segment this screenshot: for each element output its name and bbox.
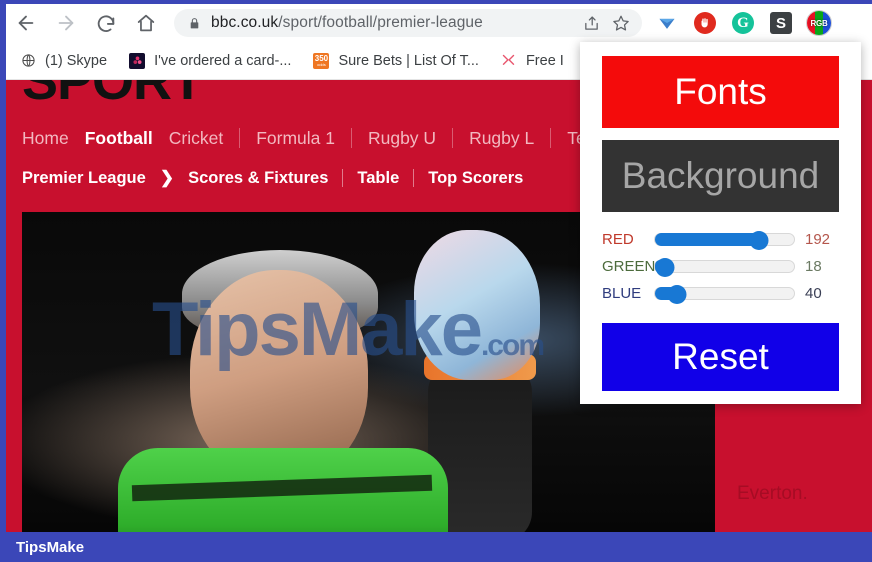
rgb-glyph: RGB — [806, 10, 832, 36]
bookmark-label: Sure Bets | List Of T... — [338, 52, 479, 69]
nav-divider — [342, 169, 344, 187]
footer-label: TipsMake — [16, 538, 85, 556]
bookmark-item[interactable]: I've ordered a card-... — [129, 52, 292, 69]
rgb-glyph-label: RGB — [810, 18, 828, 28]
star-icon[interactable] — [606, 9, 636, 37]
rgb-extension-icon[interactable]: RGB — [804, 8, 834, 38]
share-icon[interactable] — [576, 9, 606, 37]
adblock-hand-glyph — [694, 12, 716, 34]
url-text: bbc.co.uk/sport/football/premier-league — [211, 14, 483, 32]
slider-thumb-blue[interactable] — [667, 285, 687, 304]
omnibox-actions — [576, 9, 636, 37]
browser-toolbar: bbc.co.uk/sport/football/premier-league — [6, 4, 872, 42]
bookmark-item[interactable]: Free I — [500, 52, 564, 69]
nav-divider — [413, 169, 415, 187]
address-bar[interactable]: bbc.co.uk/sport/football/premier-league — [174, 9, 642, 37]
chevron-right-icon: ❯ — [159, 168, 175, 187]
skype-icon — [20, 52, 36, 69]
bookmark-item[interactable]: 350 odds Sure Bets | List Of T... — [313, 52, 479, 69]
slider-track-blue[interactable] — [654, 285, 795, 304]
adblock-extension-icon[interactable] — [690, 8, 720, 38]
350-icon-subtext: odds — [317, 61, 326, 67]
nav-item-football[interactable]: Football — [85, 128, 153, 149]
reset-button[interactable]: Reset — [602, 323, 839, 391]
slider-label-red: RED — [602, 231, 634, 248]
image-watermark: TipsMake.com — [152, 286, 545, 373]
url-domain: bbc.co.uk — [211, 14, 279, 31]
url-path: /sport/football/premier-league — [278, 14, 483, 31]
slider-value-red: 192 — [805, 231, 831, 248]
background-button[interactable]: Background — [602, 140, 839, 212]
vimeo-extension-icon[interactable] — [652, 8, 682, 38]
350-icon: 350 odds — [313, 52, 330, 69]
forward-button[interactable] — [46, 4, 86, 42]
bookmark-label: I've ordered a card-... — [154, 52, 292, 69]
grammarly-glyph: G — [732, 12, 754, 34]
back-button[interactable] — [6, 4, 46, 42]
image-watermark-suffix: .com — [480, 329, 545, 362]
s-extension-icon[interactable]: S — [766, 8, 796, 38]
article-caption: Everton. — [737, 483, 808, 504]
nav-divider — [350, 128, 352, 148]
slider-row-green: GREEN 18 — [602, 253, 839, 280]
bbc-sport-logo: SPORT — [22, 80, 204, 111]
slider-row-red: RED 192 — [602, 226, 839, 253]
slider-label-green: GREEN — [602, 258, 656, 275]
s-glyph: S — [770, 12, 792, 34]
nav-item-top-scorers[interactable]: Top Scorers — [428, 169, 523, 188]
bookmark-item[interactable]: (1) Skype — [20, 52, 108, 69]
nav-item-table[interactable]: Table — [357, 169, 399, 188]
slider-fill-red — [655, 233, 760, 246]
card-site-icon — [129, 52, 146, 69]
nav-item-cricket[interactable]: Cricket — [169, 128, 223, 149]
bookmark-label: (1) Skype — [45, 52, 108, 69]
fonts-button[interactable]: Fonts — [602, 56, 839, 128]
rgb-extension-popup: Fonts Background RED 192 GREEN 18 BLUE 4… — [580, 42, 861, 404]
slider-label-blue: BLUE — [602, 285, 642, 302]
nav-divider — [452, 128, 454, 148]
slider-thumb-green[interactable] — [655, 258, 675, 277]
nav-item-home[interactable]: Home — [22, 128, 69, 149]
nav-item-scores-fixtures[interactable]: Scores & Fixtures — [188, 169, 328, 188]
breadcrumb-premier-league[interactable]: Premier League — [22, 169, 146, 188]
nav-divider — [550, 128, 552, 148]
slider-value-blue: 40 — [805, 285, 822, 302]
nav-item-formula-1[interactable]: Formula 1 — [256, 128, 335, 149]
bookmark-label: Free I — [525, 52, 564, 69]
slider-row-blue: BLUE 40 — [602, 280, 839, 307]
footer-watermark-bar: TipsMake — [0, 532, 872, 562]
reload-button[interactable] — [86, 4, 126, 42]
slider-track-red[interactable] — [654, 231, 795, 250]
image-watermark-text: TipsMake — [152, 287, 483, 372]
nav-divider — [239, 128, 241, 148]
home-button[interactable] — [126, 4, 166, 42]
slider-value-green: 18 — [805, 258, 822, 275]
grammarly-extension-icon[interactable]: G — [728, 8, 758, 38]
slider-track-green[interactable] — [654, 258, 795, 277]
lock-icon — [188, 16, 201, 31]
free-bets-icon — [500, 52, 517, 69]
rgb-sliders: RED 192 GREEN 18 BLUE 40 — [602, 226, 839, 307]
nav-item-rugby-u[interactable]: Rugby U — [368, 128, 436, 149]
slider-thumb-red[interactable] — [749, 231, 769, 250]
extension-toolbar: G S RGB — [648, 8, 838, 38]
screenshot-root: bbc.co.uk/sport/football/premier-league — [0, 0, 872, 562]
nav-item-rugby-l[interactable]: Rugby L — [469, 128, 534, 149]
